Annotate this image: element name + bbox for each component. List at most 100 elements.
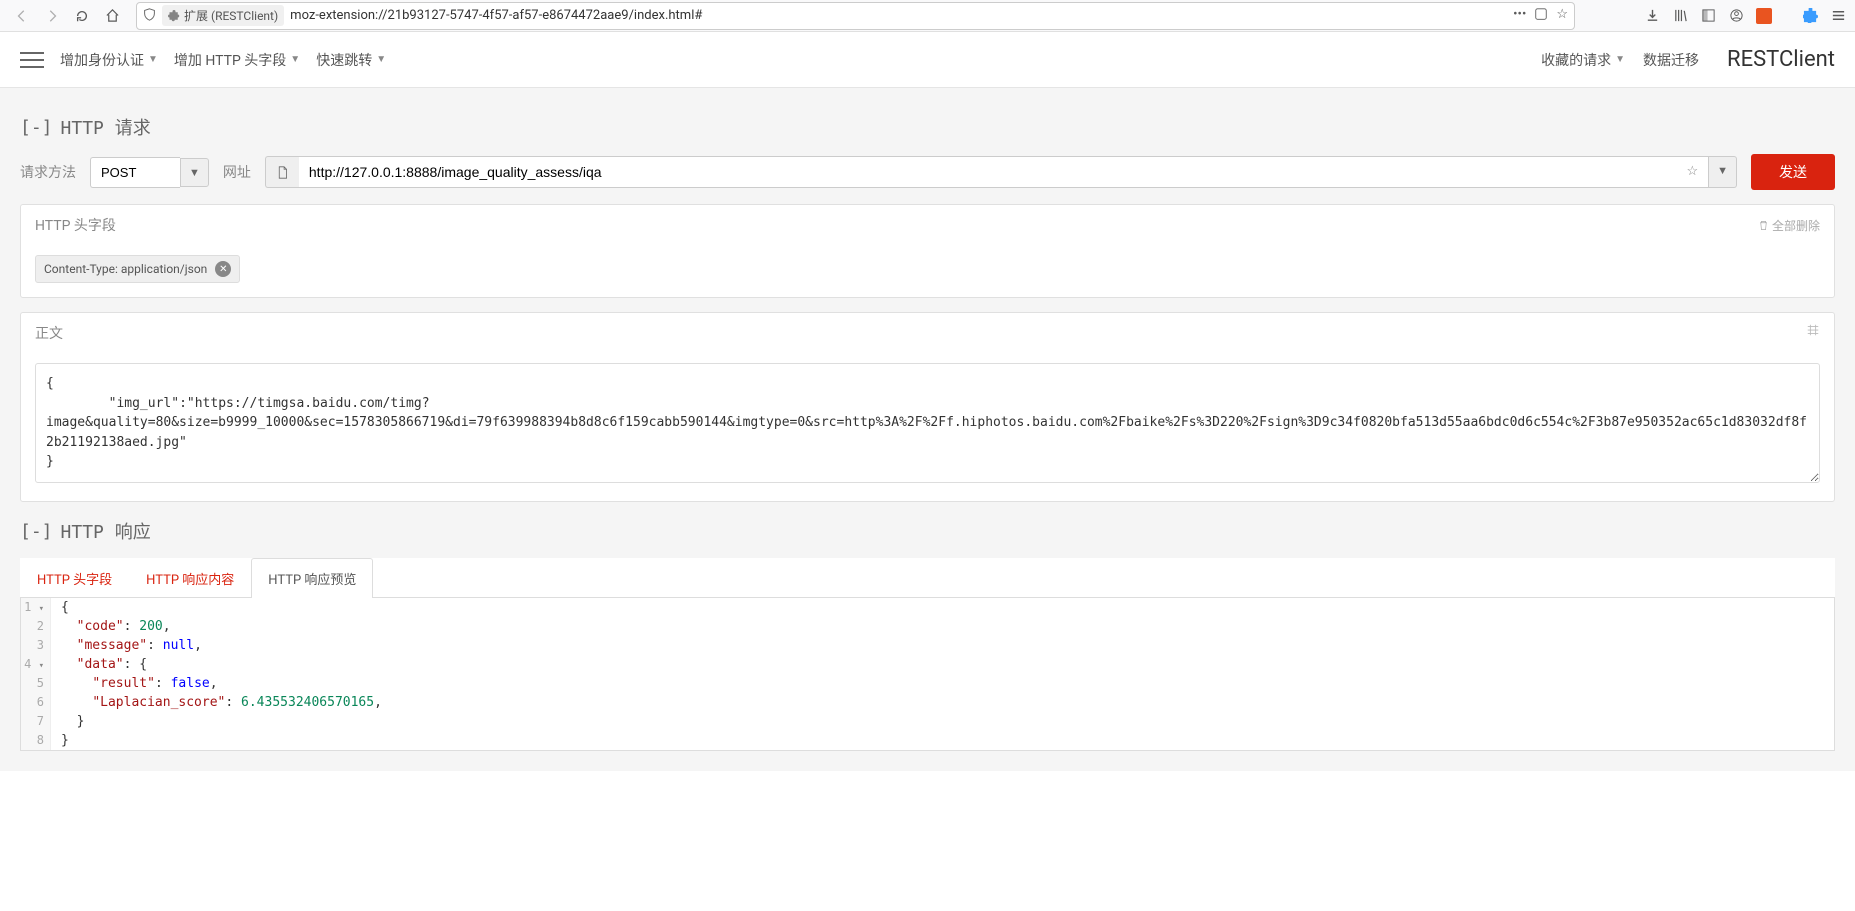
request-section-label: HTTP 请求	[61, 114, 151, 140]
main-content: [-] HTTP 请求 请求方法 ▼ 网址 ☆ ▼ 发送 HTTP 头字段 全部…	[0, 88, 1855, 771]
body-panel-title: 正文	[35, 323, 63, 343]
menu-add-header[interactable]: 增加 HTTP 头字段 ▼	[174, 50, 300, 70]
code-line: 2 "code": 200,	[21, 617, 1834, 636]
code-line: 6 "Laplacian_score": 6.435532406570165,	[21, 693, 1834, 712]
code-text: "Laplacian_score"	[92, 695, 225, 710]
sidebar-icon[interactable]	[1699, 7, 1717, 25]
tab-response-preview[interactable]: HTTP 响应预览	[251, 558, 373, 598]
headers-panel-body: Content-Type: application/json ✕	[21, 245, 1834, 297]
code-text: false	[171, 676, 210, 691]
code-text: {	[61, 600, 69, 615]
response-tabs: HTTP 头字段 HTTP 响应内容 HTTP 响应预览	[20, 558, 1835, 598]
code-line: 3 "message": null,	[21, 636, 1834, 655]
menu-quick-nav-label: 快速跳转	[316, 50, 372, 70]
downloads-icon[interactable]	[1643, 7, 1661, 25]
header-right: 收藏的请求 ▼ 数据迁移 RESTClient	[1541, 47, 1835, 72]
code-line: 4 ▾ "data": {	[21, 655, 1834, 674]
code-line: 7 }	[21, 712, 1834, 731]
more-icon[interactable]: •••	[1513, 7, 1526, 25]
code-text: }	[61, 733, 69, 748]
nav-buttons	[8, 2, 126, 30]
body-panel-body	[21, 353, 1834, 501]
headers-panel-header: HTTP 头字段 全部删除	[21, 205, 1834, 245]
tab-response-headers[interactable]: HTTP 头字段	[20, 558, 129, 598]
menu-add-auth[interactable]: 增加身份认证 ▼	[60, 50, 158, 70]
method-label: 请求方法	[20, 162, 76, 182]
url-favorite-button[interactable]: ☆	[1676, 156, 1709, 188]
menu-data-migrate-label: 数据迁移	[1643, 50, 1699, 70]
code-line: 8}	[21, 731, 1834, 750]
address-actions: ••• ☆	[1513, 7, 1568, 25]
bookmark-star-icon[interactable]: ☆	[1556, 7, 1568, 25]
url-label: 网址	[223, 162, 251, 182]
body-panel: 正文	[20, 312, 1835, 502]
menu-icon[interactable]	[1829, 7, 1847, 25]
caret-down-icon: ▼	[148, 54, 158, 65]
code-text: 6.435532406570165	[241, 695, 374, 710]
tab-response-body[interactable]: HTTP 响应内容	[129, 558, 251, 598]
address-bar[interactable]: 扩展 (RESTClient) moz-extension://21b93127…	[136, 2, 1575, 30]
back-button[interactable]	[8, 2, 36, 30]
request-section-title: [-] HTTP 请求	[20, 114, 1835, 140]
reader-icon[interactable]	[1534, 7, 1548, 25]
request-form-row: 请求方法 ▼ 网址 ☆ ▼ 发送	[20, 154, 1835, 190]
header-tag[interactable]: Content-Type: application/json ✕	[35, 255, 240, 283]
reload-icon	[75, 9, 89, 23]
browser-toolbar-right	[1643, 7, 1847, 25]
ubuntu-icon[interactable]	[1755, 7, 1773, 25]
method-input[interactable]	[90, 157, 180, 188]
request-body-textarea[interactable]	[35, 363, 1820, 483]
delete-all-headers[interactable]: 全部删除	[1758, 215, 1820, 235]
app-header: 增加身份认证 ▼ 增加 HTTP 头字段 ▼ 快速跳转 ▼ 收藏的请求 ▼ 数据迁移 R…	[0, 32, 1855, 88]
body-panel-header: 正文	[21, 313, 1834, 353]
hamburger-menu[interactable]	[20, 52, 44, 68]
response-section-title: [-] HTTP 响应	[20, 518, 1835, 544]
menu-quick-nav[interactable]: 快速跳转 ▼	[316, 50, 386, 70]
url-dropdown[interactable]: ▼	[1709, 156, 1737, 188]
caret-down-icon: ▼	[1615, 54, 1625, 65]
code-text: "result"	[92, 676, 155, 691]
addons-icon[interactable]	[1801, 7, 1819, 25]
forward-icon	[45, 9, 59, 23]
caret-down-icon: ▼	[290, 54, 300, 65]
extension-badge: 扩展 (RESTClient)	[162, 5, 284, 26]
code-text: "message"	[77, 638, 147, 653]
url-input[interactable]	[299, 156, 1677, 188]
menu-data-migrate[interactable]: 数据迁移	[1643, 50, 1699, 70]
collapse-toggle[interactable]: [-]	[20, 521, 53, 542]
collapse-toggle[interactable]: [-]	[20, 117, 53, 138]
method-dropdown[interactable]: ▼	[180, 158, 209, 187]
document-icon	[276, 166, 289, 179]
code-text: "data"	[77, 657, 124, 672]
headers-panel: HTTP 头字段 全部删除 Content-Type: application/…	[20, 204, 1835, 298]
response-section-label: HTTP 响应	[61, 518, 151, 544]
home-icon	[105, 8, 120, 23]
url-input-group: ☆ ▼	[265, 156, 1737, 188]
home-button[interactable]	[98, 2, 126, 30]
send-button[interactable]: 发送	[1751, 154, 1835, 190]
shield-icon	[143, 8, 156, 24]
remove-header-button[interactable]: ✕	[215, 261, 231, 277]
headers-panel-title: HTTP 头字段	[35, 215, 116, 235]
grid-icon	[1806, 323, 1820, 337]
menu-favorites[interactable]: 收藏的请求 ▼	[1541, 50, 1625, 70]
forward-button[interactable]	[38, 2, 66, 30]
menu-add-header-label: 增加 HTTP 头字段	[174, 50, 286, 70]
trash-icon	[1758, 220, 1769, 231]
brand-title: RESTClient	[1727, 47, 1835, 72]
url-prefix-icon[interactable]	[265, 156, 299, 188]
back-icon	[15, 9, 29, 23]
code-text: null	[163, 638, 194, 653]
url-text: moz-extension://21b93127-5747-4f57-af57-…	[290, 8, 1507, 23]
method-select-group: ▼	[90, 157, 209, 188]
menu-favorites-label: 收藏的请求	[1541, 50, 1611, 70]
body-format-icon[interactable]	[1806, 323, 1820, 343]
library-icon[interactable]	[1671, 7, 1689, 25]
page-title-label: 扩展 (RESTClient)	[184, 7, 278, 24]
header-tag-text: Content-Type: application/json	[44, 262, 207, 276]
puzzle-icon	[168, 10, 180, 22]
account-icon[interactable]	[1727, 7, 1745, 25]
menu-add-auth-label: 增加身份认证	[60, 50, 144, 70]
reload-button[interactable]	[68, 2, 96, 30]
caret-down-icon: ▼	[376, 54, 386, 65]
